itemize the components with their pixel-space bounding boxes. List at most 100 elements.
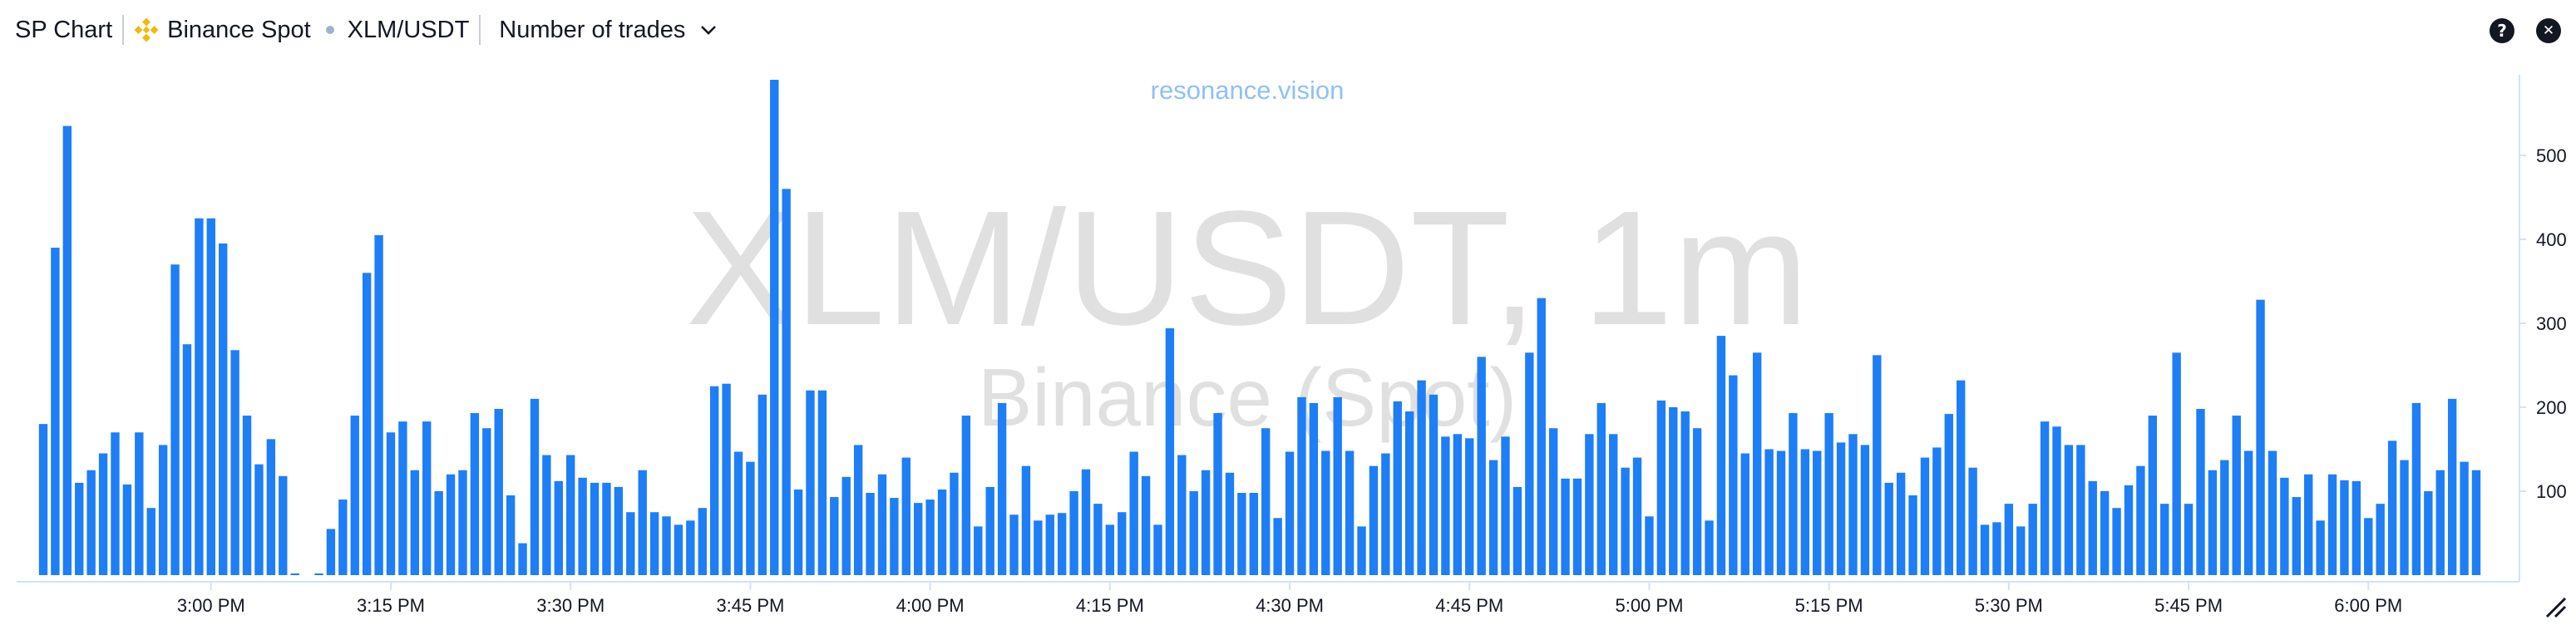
bar[interactable]	[1369, 465, 1379, 575]
bar[interactable]	[1417, 380, 1426, 575]
bar[interactable]	[626, 512, 635, 575]
bar[interactable]	[1333, 396, 1342, 575]
bar[interactable]	[614, 486, 624, 575]
bar[interactable]	[1177, 455, 1187, 575]
bar[interactable]	[554, 480, 563, 575]
bar[interactable]	[1873, 355, 1882, 575]
bar[interactable]	[925, 500, 935, 575]
bar[interactable]	[1009, 514, 1019, 575]
bar[interactable]	[1045, 514, 1054, 575]
bar[interactable]	[1118, 512, 1127, 575]
bar[interactable]	[1297, 396, 1306, 575]
bar[interactable]	[518, 543, 527, 575]
bar[interactable]	[2172, 352, 2181, 575]
bar[interactable]	[733, 451, 743, 575]
bar[interactable]	[386, 432, 396, 575]
bar[interactable]	[770, 80, 779, 575]
bar[interactable]	[374, 234, 383, 575]
close-icon[interactable]: ✕	[2536, 18, 2561, 43]
bar[interactable]	[2411, 402, 2421, 575]
bar[interactable]	[1740, 453, 1749, 575]
bar[interactable]	[1465, 438, 1474, 575]
bar[interactable]	[279, 475, 288, 575]
bar[interactable]	[1645, 516, 1654, 575]
bar[interactable]	[890, 498, 899, 575]
bar[interactable]	[1944, 414, 1953, 575]
bar[interactable]	[1129, 451, 1138, 575]
bar[interactable]	[135, 432, 144, 575]
bar[interactable]	[458, 470, 467, 575]
bar[interactable]	[1201, 470, 1211, 575]
bar[interactable]	[1429, 394, 1439, 575]
bar[interactable]	[1381, 453, 1390, 575]
bar[interactable]	[830, 497, 839, 575]
bar[interactable]	[662, 516, 671, 575]
exchange-selector[interactable]: Binance Spot	[134, 17, 311, 44]
bar[interactable]	[674, 524, 683, 575]
bar[interactable]	[1057, 513, 1067, 575]
bar[interactable]	[1860, 445, 1870, 575]
bar[interactable]	[1596, 402, 1606, 575]
bar[interactable]	[1477, 357, 1486, 575]
bar[interactable]	[746, 461, 755, 575]
bar[interactable]	[2184, 504, 2194, 575]
bar[interactable]	[1669, 406, 1678, 575]
bar[interactable]	[1776, 450, 1786, 575]
bar[interactable]	[2447, 398, 2457, 575]
bar[interactable]	[1069, 490, 1078, 575]
bar[interactable]	[1034, 520, 1043, 575]
bar[interactable]	[2064, 445, 2074, 575]
bar[interactable]	[1908, 495, 1917, 575]
bar[interactable]	[961, 416, 971, 575]
bar[interactable]	[1501, 436, 1510, 575]
bar[interactable]	[470, 413, 480, 575]
bar[interactable]	[2232, 416, 2241, 575]
bar[interactable]	[722, 383, 731, 575]
bar[interactable]	[1237, 493, 1246, 575]
bar[interactable]	[1992, 522, 2001, 575]
bar[interactable]	[422, 421, 432, 575]
bar[interactable]	[2076, 445, 2085, 575]
bar[interactable]	[506, 495, 516, 575]
bar[interactable]	[2471, 470, 2481, 575]
bar[interactable]	[2268, 450, 2277, 575]
bar[interactable]	[782, 189, 791, 575]
bar[interactable]	[206, 218, 215, 575]
bar[interactable]	[1572, 478, 1582, 575]
bar[interactable]	[158, 445, 168, 575]
bar[interactable]	[793, 489, 803, 575]
bar[interactable]	[1705, 520, 1714, 575]
resize-handle-icon[interactable]	[2545, 597, 2567, 618]
bar[interactable]	[901, 457, 910, 575]
bar[interactable]	[350, 416, 359, 575]
bar[interactable]	[1848, 434, 1858, 575]
bar[interactable]	[2424, 490, 2433, 575]
bar[interactable]	[1824, 413, 1833, 575]
bar[interactable]	[182, 344, 192, 575]
bar[interactable]	[1404, 411, 1414, 575]
bar[interactable]	[1309, 402, 1319, 575]
bar[interactable]	[1656, 400, 1666, 575]
bar[interactable]	[290, 573, 299, 575]
bar[interactable]	[866, 493, 875, 575]
bar[interactable]	[1920, 457, 1930, 575]
bar[interactable]	[2196, 408, 2205, 575]
bar[interactable]	[2256, 299, 2265, 575]
bar[interactable]	[195, 218, 204, 575]
bar[interactable]	[242, 416, 252, 575]
bar[interactable]	[2351, 480, 2361, 575]
bar[interactable]	[2327, 474, 2337, 575]
bar[interactable]	[2208, 470, 2218, 575]
bar[interactable]	[2016, 526, 2026, 575]
bar[interactable]	[758, 394, 767, 575]
bar[interactable]	[122, 484, 132, 575]
bar[interactable]	[314, 573, 323, 575]
bar[interactable]	[338, 500, 348, 575]
bar[interactable]	[997, 402, 1007, 575]
bar[interactable]	[1165, 328, 1175, 575]
bar[interactable]	[326, 529, 336, 575]
bar[interactable]	[2124, 485, 2134, 575]
bar[interactable]	[853, 445, 863, 575]
bar[interactable]	[709, 386, 719, 575]
bar[interactable]	[1513, 486, 1522, 575]
